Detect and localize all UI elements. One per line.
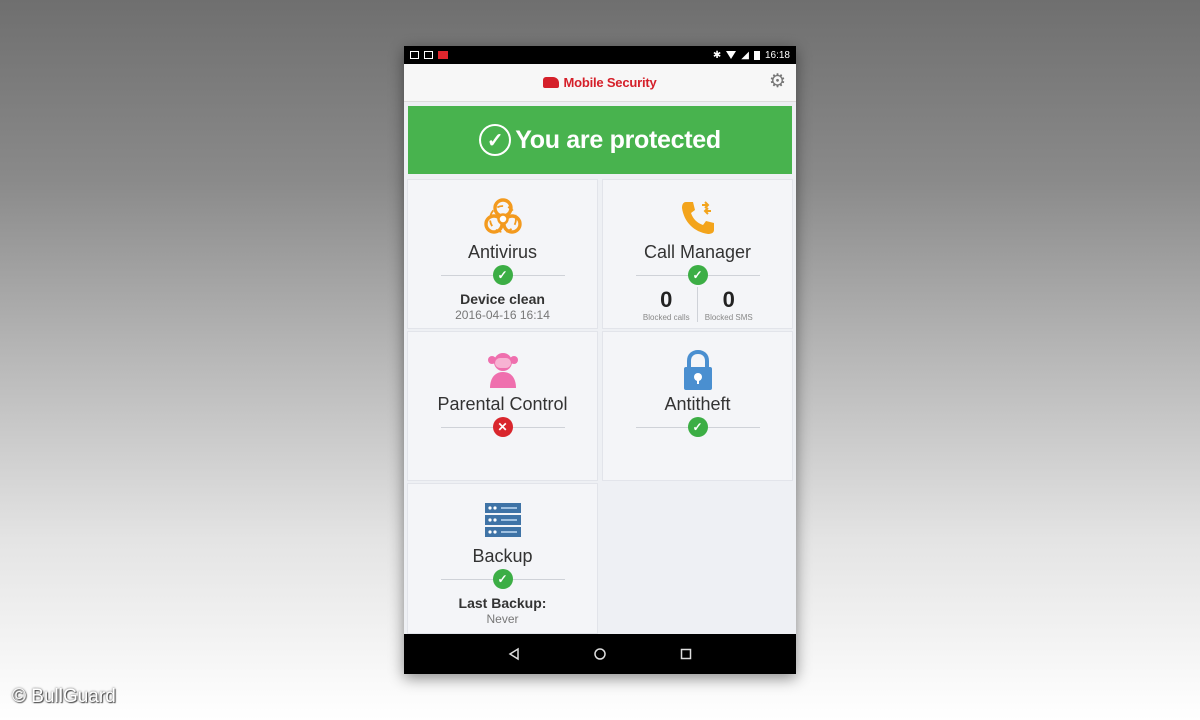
biohazard-icon [481, 196, 525, 240]
gear-icon[interactable]: ⚙ [769, 72, 786, 92]
blocked-sms-label: Blocked SMS [704, 313, 753, 322]
status-bar: ✱ ◢ 16:18 [404, 46, 796, 64]
child-icon [481, 348, 525, 392]
status-divider: ✓ [440, 265, 565, 285]
last-backup-label: Last Backup: [458, 595, 547, 611]
recent-apps-icon[interactable] [676, 644, 696, 664]
status-divider: ✓ [635, 265, 760, 285]
blocked-sms-counter: 0 Blocked SMS [697, 287, 760, 322]
back-icon[interactable] [504, 644, 524, 664]
copyright-watermark: © BullGuard [12, 686, 116, 707]
tile-antivirus[interactable]: Antivirus ✓ Device clean 2016-04-16 16:1… [407, 179, 598, 329]
tile-title: Antitheft [664, 394, 731, 414]
last-scan-timestamp: 2016-04-16 16:14 [455, 308, 550, 322]
app-screen: Mobile Security ⚙ ✓ You are protected An… [404, 64, 796, 634]
tile-parental-control[interactable]: Parental Control ✕ [407, 331, 598, 481]
status-ok-icon: ✓ [687, 265, 708, 285]
padlock-icon [676, 348, 720, 392]
blocked-calls-count: 0 [660, 287, 673, 312]
status-error-icon: ✕ [492, 417, 513, 437]
status-divider: ✓ [635, 417, 760, 437]
server-icon [481, 500, 525, 544]
blocked-calls-counter: 0 Blocked calls [636, 287, 698, 322]
phone-icon [676, 196, 720, 240]
protection-banner[interactable]: ✓ You are protected [408, 106, 792, 174]
feature-grid: Antivirus ✓ Device clean 2016-04-16 16:1… [407, 179, 793, 634]
app-bar: Mobile Security ⚙ [404, 64, 796, 102]
app-title: Mobile Security [563, 75, 657, 90]
protection-status-text: You are protected [515, 125, 721, 154]
status-ok-icon: ✓ [687, 417, 708, 437]
tile-antitheft[interactable]: Antitheft ✓ [602, 331, 793, 481]
status-divider: ✓ [440, 569, 565, 589]
status-ok-icon: ✓ [492, 265, 513, 285]
notification-icon [410, 51, 419, 59]
tile-title: Antivirus [467, 242, 538, 262]
tile-backup[interactable]: Backup ✓ Last Backup: Never [407, 483, 598, 634]
blocked-sms-count: 0 [722, 287, 735, 312]
bullguard-logo-icon [543, 77, 560, 88]
gallery-icon [424, 51, 433, 59]
home-icon[interactable] [590, 644, 610, 664]
wifi-icon [726, 51, 737, 59]
last-backup-value: Never [486, 612, 519, 626]
check-circle-icon: ✓ [479, 124, 512, 156]
tile-title: Backup [472, 546, 533, 566]
antivirus-status-text: Device clean [460, 291, 545, 307]
phone-screen: ✱ ◢ 16:18 Mobile Security ⚙ ✓ You are pr… [404, 46, 796, 674]
bluetooth-icon: ✱ [712, 49, 722, 61]
status-time: 16:18 [764, 49, 790, 61]
call-counters: 0 Blocked calls 0 Blocked SMS [636, 287, 760, 322]
status-divider: ✕ [440, 417, 565, 437]
battery-icon [753, 50, 760, 60]
tile-title: Call Manager [643, 242, 752, 262]
android-nav-bar [404, 634, 796, 674]
status-ok-icon: ✓ [492, 569, 513, 589]
tile-call-manager[interactable]: Call Manager ✓ 0 Blocked calls 0 Blocked… [602, 179, 793, 329]
tile-title: Parental Control [437, 394, 568, 414]
signal-icon: ◢ [741, 49, 749, 61]
app-brand: Mobile Security [543, 75, 657, 90]
blocked-calls-label: Blocked calls [642, 313, 690, 322]
empty-tile [602, 483, 793, 634]
bullguard-notification-icon [438, 51, 448, 59]
